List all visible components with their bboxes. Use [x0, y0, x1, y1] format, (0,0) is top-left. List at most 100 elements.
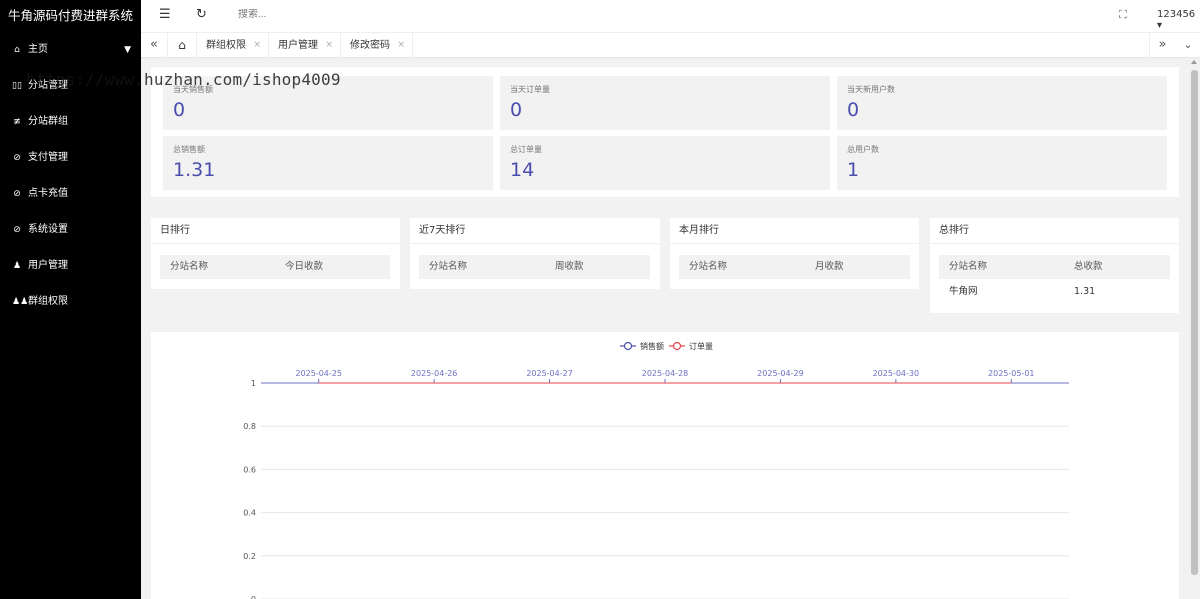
- scrollbar-thumb[interactable]: [1191, 70, 1198, 575]
- grid-icon: ▯▯: [12, 81, 22, 91]
- ranking-total: 总排行 分站名称 总收款 牛角网 1.31: [930, 218, 1179, 313]
- chart-panel: 1 0.8 0.6 0.4 0.2 0 2025-04-25 2025-04-26 2025-0…: [151, 332, 1179, 599]
- x-tick-label: 2025-05-01: [988, 369, 1034, 378]
- legend-label: 订单量: [689, 341, 713, 351]
- user-menu[interactable]: 123456 ▾: [1157, 9, 1200, 31]
- sidebar-item-2[interactable]: ≢ 分站群组: [0, 104, 141, 140]
- column-header: 周收款: [555, 261, 584, 272]
- tab-scroll-right-icon[interactable]: »: [1149, 33, 1175, 58]
- y-tick-label: 0.2: [243, 552, 256, 561]
- sidebar-item-5[interactable]: ⊘ 系统设置: [0, 212, 141, 248]
- stat-value: 0: [173, 99, 186, 121]
- sidebar-item-label: 分站群组: [28, 116, 68, 127]
- tab-home-icon[interactable]: ⌂: [167, 33, 197, 58]
- x-tick-label: 2025-04-27: [526, 369, 573, 378]
- sidebar-item-label: 系统设置: [28, 224, 68, 235]
- sidebar-item-6[interactable]: ♟ 用户管理: [0, 248, 141, 284]
- home-icon: ⌂: [14, 45, 20, 55]
- check-circle-icon: ⊘: [13, 189, 21, 199]
- caret-down-icon[interactable]: ▼: [124, 32, 131, 68]
- y-tick-label: 0.4: [243, 509, 256, 518]
- column-header: 总收款: [1074, 261, 1103, 272]
- y-tick-label: 0: [251, 595, 256, 599]
- sidebar-item-label: 用户管理: [28, 260, 68, 271]
- stat-label: 当天订单量: [510, 85, 550, 94]
- sidebar-item-4[interactable]: ⊘ 点卡充值: [0, 176, 141, 212]
- close-icon[interactable]: ×: [253, 33, 261, 58]
- stat-label: 总销售额: [173, 145, 205, 154]
- vertical-scrollbar[interactable]: [1189, 58, 1200, 599]
- watermark: https://www.huzhan.com/ishop4009: [26, 70, 341, 89]
- close-icon[interactable]: ×: [325, 33, 333, 58]
- column-header: 分站名称: [170, 261, 209, 272]
- ranking-title: 日排行: [151, 218, 400, 244]
- sidebar-item-7[interactable]: ♟♟群组权限: [0, 284, 141, 320]
- table-row: 牛角网 1.31: [939, 280, 1170, 304]
- ranking-monthly: 本月排行 分站名称 月收款: [670, 218, 919, 289]
- header: ☰ ↻ ⛶ 123456 ▾: [141, 0, 1200, 32]
- sliders-icon: ≢: [13, 117, 21, 127]
- users-icon: ♟♟: [12, 297, 29, 307]
- check-circle-icon: ⊘: [13, 225, 21, 235]
- tab-change-password[interactable]: 修改密码 ×: [341, 33, 413, 58]
- x-tick-label: 2025-04-26: [411, 369, 458, 378]
- ranking-daily: 日排行 分站名称 今日收款: [151, 218, 400, 289]
- menu-toggle-icon[interactable]: ☰: [159, 7, 171, 22]
- ranking-title: 近7天排行: [410, 218, 660, 244]
- tab-scroll-left-icon[interactable]: «: [141, 33, 167, 58]
- app-title: 牛角源码付费进群系统: [7, 8, 133, 23]
- stat-card: 总销售额 1.31: [163, 136, 493, 190]
- x-tick-label: 2025-04-29: [757, 369, 804, 378]
- legend-marker: [623, 341, 633, 351]
- sidebar-item-label: 支付管理: [28, 152, 68, 163]
- sidebar-item-0[interactable]: ⌂ 主页 ▼: [0, 32, 141, 68]
- refresh-icon[interactable]: ↻: [196, 7, 207, 22]
- check-circle-icon: ⊘: [13, 153, 21, 163]
- scroll-up-icon[interactable]: [1191, 60, 1197, 64]
- amount-cell: 1.31: [1074, 286, 1096, 297]
- ranking-title: 本月排行: [670, 218, 919, 244]
- stat-card: 总订单量 14: [500, 136, 830, 190]
- column-header: 分站名称: [689, 261, 728, 272]
- sidebar-item-label: 点卡充值: [28, 188, 68, 199]
- stat-value: 1.31: [173, 159, 216, 181]
- y-tick-label: 0.6: [243, 465, 256, 474]
- tab-label: 群组权限: [206, 40, 246, 51]
- legend-label: 销售额: [640, 341, 664, 351]
- stat-value: 14: [510, 159, 535, 181]
- y-tick-label: 1: [251, 379, 256, 388]
- tab-user-management[interactable]: 用户管理 ×: [269, 33, 341, 58]
- sidebar: 牛角源码付费进群系统 ⌂ 主页 ▼ ▯▯ 分站管理 ≢ 分站群组 ⊘ 支付管理 ⊘ 点卡充值 ⊘ 系统设…: [0, 0, 141, 599]
- stat-card: 当天订单量 0: [500, 76, 830, 130]
- search-input[interactable]: [238, 9, 358, 20]
- stat-card: 总用户数 1: [837, 136, 1167, 190]
- table-header: 分站名称 周收款: [419, 255, 650, 279]
- x-tick-label: 2025-04-25: [295, 369, 342, 378]
- chevron-down-icon[interactable]: ⌄: [1177, 33, 1199, 58]
- ranking-title: 总排行: [930, 218, 1179, 244]
- user-icon: ♟: [12, 261, 22, 271]
- ranking-weekly: 近7天排行 分站名称 周收款: [410, 218, 660, 289]
- x-tick-label: 2025-04-28: [642, 369, 689, 378]
- column-header: 分站名称: [429, 261, 468, 272]
- sidebar-item-label: 主页: [28, 44, 48, 55]
- sidebar-item-label: 群组权限: [28, 296, 68, 307]
- y-tick-label: 0.8: [243, 422, 256, 431]
- stat-value: 1: [847, 159, 860, 181]
- tab-group-permissions[interactable]: 群组权限 ×: [197, 33, 269, 58]
- sidebar-item-3[interactable]: ⊘ 支付管理: [0, 140, 141, 176]
- stat-value: 0: [847, 99, 860, 121]
- stat-label: 当天新用户数: [847, 85, 895, 94]
- stat-label: 总用户数: [847, 145, 879, 154]
- close-icon[interactable]: ×: [397, 33, 405, 58]
- column-header: 今日收款: [285, 261, 324, 272]
- fullscreen-icon[interactable]: ⛶: [1119, 8, 1127, 22]
- legend-marker: [672, 341, 682, 351]
- column-header: 分站名称: [949, 261, 988, 272]
- stat-value: 0: [510, 99, 523, 121]
- line-chart: 1 0.8 0.6 0.4 0.2 0 2025-04-25 2025-04-26 2025-0…: [243, 341, 1069, 599]
- table-header: 分站名称 今日收款: [160, 255, 390, 279]
- tab-label: 修改密码: [350, 40, 390, 51]
- table-header: 分站名称 月收款: [679, 255, 910, 279]
- column-header: 月收款: [815, 261, 844, 272]
